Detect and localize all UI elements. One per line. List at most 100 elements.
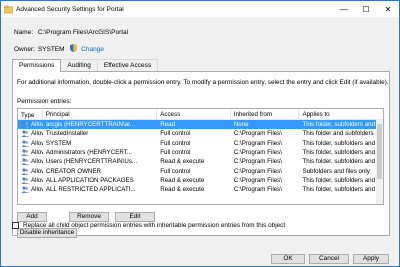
column-header-access[interactable]: Access [157,109,231,119]
user-group-icon [21,130,29,138]
access-cell: Full control [160,149,191,157]
inherited-from-cell: C:\Program Files\ [233,139,282,147]
folder-lock-icon [4,5,13,13]
permission-entries-table[interactable]: Type Principal Access Inherited from App… [17,108,384,205]
tab-effective-access[interactable]: Effective Access [96,59,159,71]
type-cell: Allow [18,158,43,166]
owner-label: Owner: [14,46,35,53]
inherited-from-cell: C:\Program Files\ [233,167,282,175]
table-row[interactable]: Allowarcgis (HENRYCERTTRAIN\ar... Read Non… [18,120,383,130]
table-rows: Allowarcgis (HENRYCERTTRAIN\ar...ReadNon… [18,120,383,194]
table-scrollbar[interactable] [376,120,383,204]
remove-button[interactable]: Remove [69,212,109,222]
column-header-inherited-from[interactable]: Inherited from [231,109,300,119]
replace-child-permissions-checkbox[interactable] [12,222,19,229]
table-row[interactable]: AllowUsers (HENRYCERTTRAIN\Us... Read & e… [18,157,383,166]
user-group-icon [21,168,29,175]
user-group-icon [21,177,29,184]
applies-to-cell: This folder, subfolders and files [302,158,383,166]
type-label: Allow [31,186,43,194]
add-button[interactable]: Add [17,212,47,222]
type-cell: Allow [18,149,43,157]
maximize-button[interactable]: ☐ [355,1,377,17]
permissions-panel: For additional information, double-click… [12,71,390,238]
inherited-from-cell: C:\Program Files\ [233,186,282,194]
table-row[interactable]: AllowCREATOR OWNER Full control C:\Program… [18,166,383,175]
user-group-icon [21,149,29,157]
type-label: Allow [31,167,43,175]
tab-strip: Permissions Auditing Effective Access [12,59,159,72]
access-cell: Full control [160,167,191,175]
principal-cell: Users (HENRYCERTTRAIN\Us... [45,158,138,166]
table-header: Type Principal Access Inherited from App… [18,109,383,120]
type-label: Allow [31,130,43,138]
edit-button[interactable]: Edit [115,212,155,222]
name-label: Name: [14,29,34,36]
table-row[interactable]: AllowSYSTEM Full control C:\Program Files\… [18,139,383,148]
replace-child-permissions-option[interactable]: Replace all child object permission entr… [12,222,285,229]
type-cell: Allow [18,168,43,175]
user-group-icon [21,121,29,129]
shield-icon [70,44,78,52]
type-cell: Allow [18,140,43,147]
type-label: Allow [31,121,43,129]
access-cell: Full control [160,139,191,147]
type-label: Allow [31,176,43,184]
window-title: Advanced Security Settings for Portal [16,5,124,13]
column-header-type[interactable]: Type [18,109,43,119]
inherited-from-cell: C:\Program Files\ [233,130,282,138]
principal-cell: SYSTEM [45,139,72,147]
tab-auditing[interactable]: Auditing [60,59,98,71]
table-row[interactable]: AllowALL APPLICATION PACKAGES Read & exec… [18,176,383,185]
minimize-button[interactable]: — [333,1,355,17]
access-cell: Full control [160,130,191,138]
name-value: C:\Program Files\ArcGIS\Portal [37,29,129,36]
table-row[interactable]: AllowAdministrators (HENRYCERT... Full co… [18,148,383,157]
applies-to-cell: This folder, subfolders and files [302,149,383,157]
ok-button[interactable]: OK [271,254,305,264]
access-cell: Read [160,121,176,129]
owner-field: Owner: SYSTEM Change [14,44,104,53]
access-cell: Read & execute [160,176,205,184]
apply-button[interactable]: Apply [353,254,389,264]
replace-child-permissions-label: Replace all child object permission entr… [23,222,286,229]
type-cell: Allow [18,130,43,138]
principal-cell: Administrators (HENRYCERT... [45,149,132,157]
type-label: Allow [31,149,43,157]
applies-to-cell: This folder and subfolders [302,130,374,138]
applies-to-cell: This folder, subfolders and files [302,139,383,147]
column-header-principal[interactable]: Principal [43,109,158,119]
inherited-from-cell: None [233,121,249,129]
applies-to-cell: Subfolders and files only [302,167,370,175]
change-owner-link[interactable]: Change [81,46,104,53]
access-cell: Read & execute [160,158,205,166]
inherited-from-cell: C:\Program Files\ [233,149,282,157]
principal-cell: TrustedInstaller [45,130,89,138]
principal-cell: arcgis (HENRYCERTTRAIN\ar... [45,121,136,129]
info-text: For additional information, double-click… [17,79,389,86]
tab-permissions[interactable]: Permissions [12,59,62,72]
disable-inheritance-button[interactable]: Disable inheritance [17,228,77,238]
principal-cell: CREATOR OWNER [45,167,101,175]
permission-entries-label: Permission entries: [17,98,72,105]
principal-cell: ALL APPLICATION PACKAGES [45,176,134,184]
user-group-icon [21,158,29,166]
title-bar[interactable]: Advanced Security Settings for Portal — … [1,1,399,17]
column-header-applies-to[interactable]: Applies to [299,109,383,119]
dialog-body: Name: C:\Program Files\ArcGIS\Portal Own… [1,17,399,266]
scrollbar-thumb[interactable] [377,124,382,179]
user-group-icon [21,186,29,194]
type-cell: Allow [18,177,43,184]
inherited-from-cell: C:\Program Files\ [233,176,282,184]
applies-to-cell: This folder, subfolders and files [302,176,383,184]
type-cell: Allow [18,121,43,129]
owner-value: SYSTEM [37,46,65,53]
cancel-button[interactable]: Cancel [309,254,349,264]
type-cell: Allow [18,186,43,194]
name-field: Name: C:\Program Files\ArcGIS\Portal [14,29,128,36]
table-row[interactable]: AllowALL RESTRICTED APPLICATI... Read & e… [18,185,383,194]
inherited-from-cell: C:\Program Files\ [233,158,282,166]
table-row[interactable]: AllowTrustedInstaller Full control C:\Prog… [18,129,383,138]
close-button[interactable]: ✕ [377,1,399,17]
security-settings-window: Advanced Security Settings for Portal — … [0,0,400,267]
